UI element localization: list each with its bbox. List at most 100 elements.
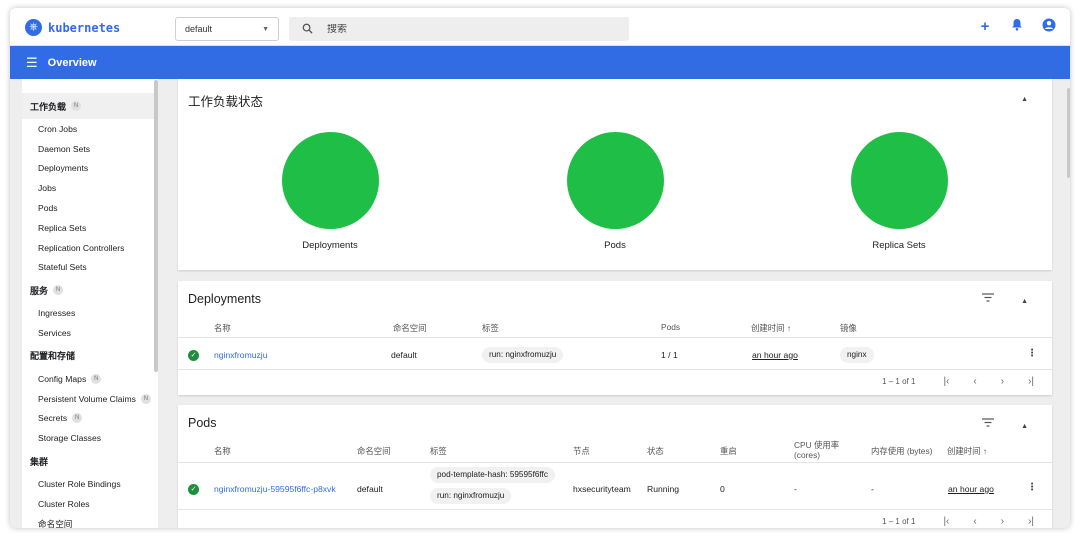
plus-icon[interactable]: + — [976, 18, 994, 36]
status-circle-replica-sets — [851, 132, 948, 229]
sidebar-section-label: 配置和存储 — [30, 351, 76, 362]
sidebar-section-config-storage[interactable]: 配置和存储 — [22, 343, 158, 369]
deployment-pods: 1 / 1 — [661, 350, 678, 360]
kubernetes-wheel-icon: ⎈ — [25, 19, 42, 36]
first-page-icon[interactable]: |‹ — [943, 516, 949, 527]
column-header-name[interactable]: 名称 — [214, 322, 231, 334]
more-actions-icon[interactable]: ⋮ — [1027, 482, 1037, 493]
sidebar-item-replica-sets[interactable]: Replica Sets — [22, 218, 158, 238]
namespaced-badge: N — [91, 373, 102, 384]
sidebar-item-replication-controllers[interactable]: Replication Controllers — [22, 238, 158, 258]
column-header-node[interactable]: 节点 — [573, 445, 590, 457]
column-header-labels[interactable]: 标签 — [482, 322, 499, 334]
status-label-replica-sets[interactable]: Replica Sets — [829, 240, 969, 251]
sidebar-item-cluster-role-bindings[interactable]: Cluster Role Bindings — [22, 474, 158, 494]
prev-page-icon[interactable]: ‹ — [973, 516, 976, 527]
hamburger-menu-icon[interactable]: ☰ — [26, 55, 38, 71]
sidebar-item-stateful-sets[interactable]: Stateful Sets — [22, 258, 158, 278]
search-input[interactable] — [327, 23, 607, 35]
sidebar-item-storage-classes[interactable]: Storage Classes — [22, 428, 158, 448]
column-header-restarts[interactable]: 重启 — [720, 445, 737, 457]
sidebar-section-services[interactable]: 服务 N — [22, 277, 158, 303]
label-chip: run: nginxfromuzju — [482, 347, 564, 363]
namespace-value: default — [185, 24, 213, 34]
top-bar: ⎈ kubernetes default ▼ + — [10, 8, 1070, 46]
column-header-created[interactable]: 创建时间 ↑ — [751, 322, 791, 334]
account-icon[interactable] — [1040, 18, 1058, 36]
collapse-icon[interactable]: ▲ — [1021, 298, 1028, 305]
namespaced-badge: N — [140, 393, 151, 404]
page-title: Overview — [47, 56, 97, 69]
sidebar-nav: 工作负载 N Cron Jobs Daemon Sets Deployments… — [22, 79, 158, 528]
main-scrollbar[interactable] — [1067, 88, 1070, 178]
column-header-name[interactable]: 名称 — [214, 445, 231, 457]
sidebar-item-config-maps[interactable]: Config Maps N — [22, 369, 158, 389]
sidebar-item-namespaces[interactable]: 命名空间 — [22, 514, 158, 528]
sidebar-item-cron-jobs[interactable]: Cron Jobs — [22, 119, 158, 139]
last-page-icon[interactable]: ›| — [1028, 376, 1034, 387]
sidebar-item-services[interactable]: Services — [22, 323, 158, 343]
more-actions-icon[interactable]: ⋮ — [1027, 348, 1037, 359]
sidebar-item-deployments[interactable]: Deployments — [22, 159, 158, 179]
first-page-icon[interactable]: |‹ — [943, 376, 949, 387]
status-ok-icon: ✓ — [188, 484, 199, 495]
sidebar-item-label: Config Maps — [38, 373, 87, 384]
sidebar-item-ingresses[interactable]: Ingresses — [22, 303, 158, 323]
column-header-created[interactable]: 创建时间 ↑ — [947, 445, 987, 457]
sidebar-item-secrets[interactable]: Secrets N — [22, 409, 158, 429]
sidebar-item-jobs[interactable]: Jobs — [22, 178, 158, 198]
pod-restarts: 0 — [720, 484, 725, 494]
filter-icon[interactable] — [982, 418, 994, 430]
pod-namespace: default — [357, 484, 383, 494]
image-chip: nginx — [840, 347, 874, 363]
top-actions: + — [976, 18, 1058, 36]
main-content: 工作负载状态 ▲ Deployments Pods Replica Sets D… — [170, 79, 1064, 528]
app-logo[interactable]: ⎈ kubernetes — [25, 19, 120, 36]
sidebar-item-persistent-volume-claims[interactable]: Persistent Volume Claims N — [22, 389, 158, 409]
next-page-icon[interactable]: › — [1001, 516, 1004, 527]
sidebar-item-pods[interactable]: Pods — [22, 198, 158, 218]
pod-status: Running — [647, 484, 680, 494]
pod-node: hxsecurityteam — [573, 484, 631, 494]
column-header-pods[interactable]: Pods — [661, 322, 680, 332]
sidebar-scrollbar[interactable] — [154, 80, 158, 372]
label-chip: pod-template-hash: 59595f6ffc — [430, 467, 555, 483]
collapse-icon[interactable]: ▲ — [1021, 423, 1028, 430]
column-header-status[interactable]: 状态 — [647, 445, 664, 457]
pod-name-link[interactable]: nginxfromuzju-59595f6ffc-p8xvk — [214, 484, 336, 494]
sidebar-item-cluster-roles[interactable]: Cluster Roles — [22, 494, 158, 514]
divider — [178, 462, 1052, 463]
namespace-select[interactable]: default ▼ — [175, 17, 279, 41]
deployment-name-link[interactable]: nginxfromuzju — [214, 350, 268, 360]
sidebar-section-workloads[interactable]: 工作负载 N — [22, 93, 158, 119]
pagination-range: 1 – 1 of 1 — [882, 377, 916, 386]
status-circle-deployments — [282, 132, 379, 229]
column-header-namespace[interactable]: 命名空间 — [393, 322, 427, 334]
next-page-icon[interactable]: › — [1001, 376, 1004, 387]
pod-created: an hour ago — [948, 484, 994, 494]
column-header-namespace[interactable]: 命名空间 — [357, 445, 391, 457]
bell-icon[interactable] — [1008, 18, 1026, 36]
sidebar-item-daemon-sets[interactable]: Daemon Sets — [22, 139, 158, 159]
pagination: 1 – 1 of 1 |‹ ‹ › ›| — [882, 376, 1034, 387]
status-circle-pods — [567, 132, 664, 229]
sidebar-item-label: Storage Classes — [38, 433, 102, 444]
filter-icon[interactable] — [982, 293, 994, 305]
column-header-images[interactable]: 镜像 — [840, 322, 857, 334]
column-header-labels[interactable]: 标签 — [430, 445, 447, 457]
column-header-memory[interactable]: 内存使用 (bytes) — [871, 445, 932, 457]
prev-page-icon[interactable]: ‹ — [973, 376, 976, 387]
deployments-card: Deployments ▲ 名称 命名空间 标签 Pods 创建时间 ↑ 镜像 … — [178, 281, 1052, 395]
divider — [178, 337, 1052, 338]
status-label-deployments[interactable]: Deployments — [260, 240, 400, 251]
search-bar[interactable] — [289, 17, 629, 41]
last-page-icon[interactable]: ›| — [1028, 516, 1034, 527]
collapse-icon[interactable]: ▲ — [1021, 96, 1028, 103]
app-title: kubernetes — [48, 20, 121, 35]
column-header-cpu-unit: (cores) — [794, 450, 821, 460]
pod-cpu: - — [794, 484, 797, 494]
sidebar-section-cluster[interactable]: 集群 — [22, 448, 158, 474]
status-label-pods[interactable]: Pods — [545, 240, 685, 251]
sidebar-section-label: 集群 — [30, 456, 49, 467]
sidebar-section-label: 工作负载 — [30, 101, 67, 112]
